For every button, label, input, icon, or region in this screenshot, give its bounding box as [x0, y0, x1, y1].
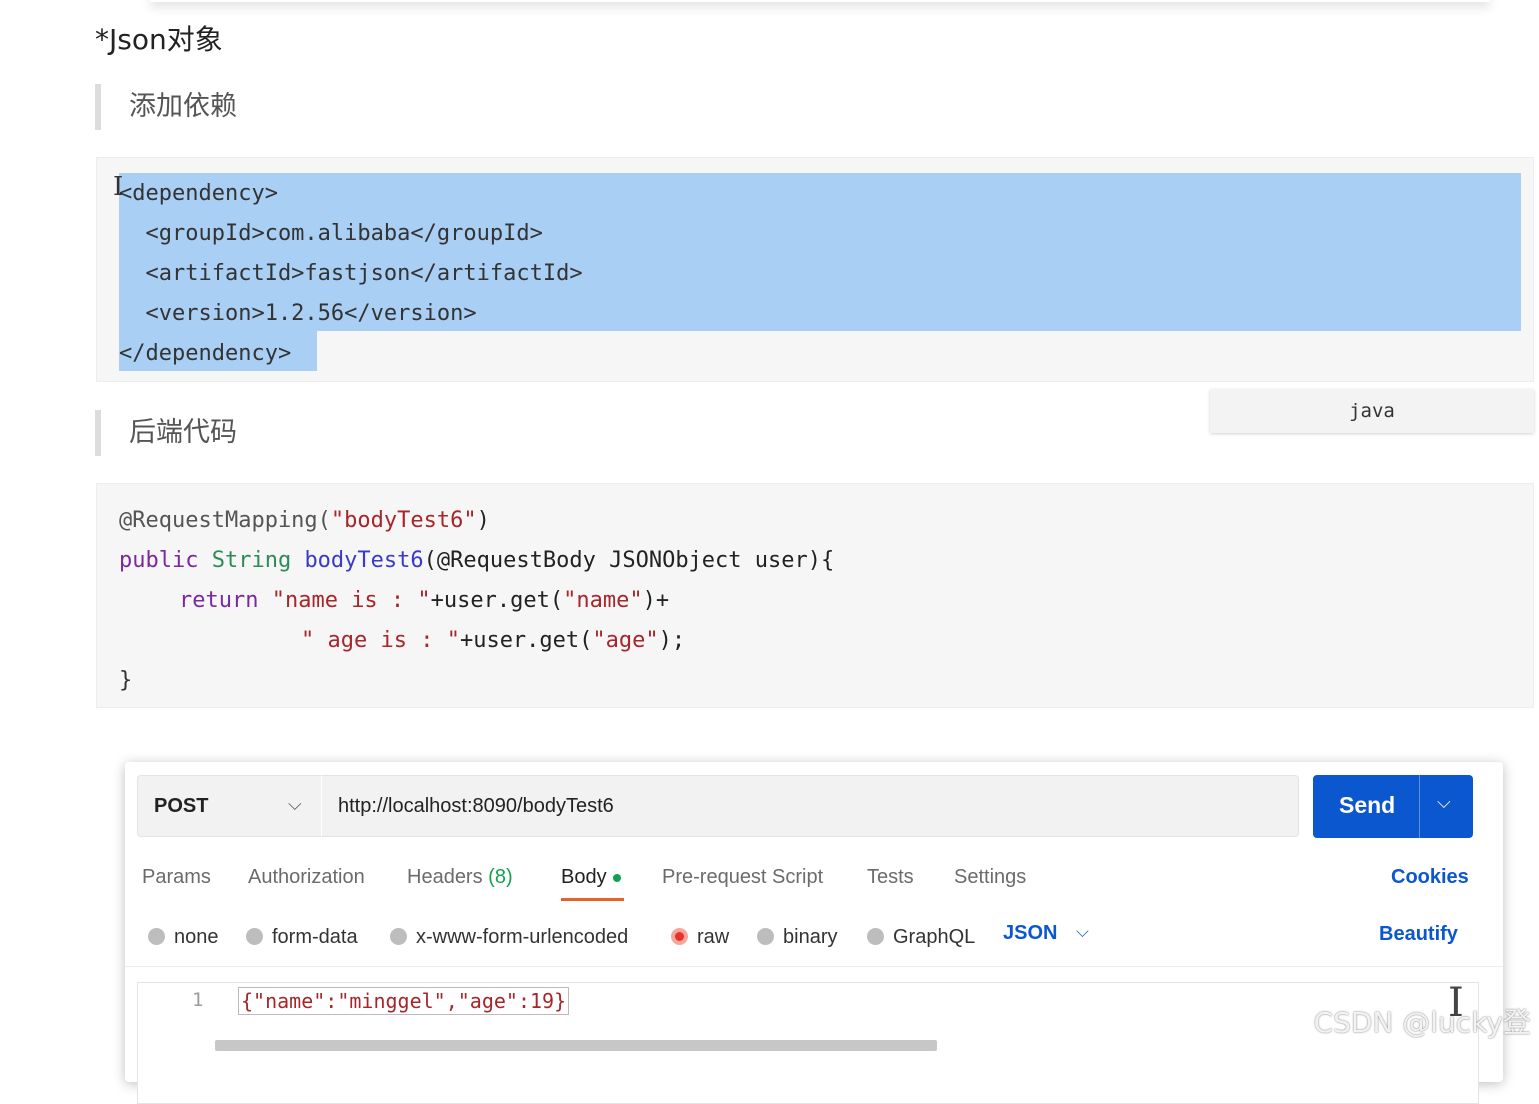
- code-text: )+: [642, 588, 670, 613]
- radio-circle-icon: [757, 928, 774, 945]
- tab-params[interactable]: Params: [142, 864, 211, 896]
- active-dot-icon: [612, 873, 621, 882]
- code-text: (@RequestBody JSONObject user){: [423, 548, 835, 573]
- code-text: ): [476, 508, 490, 533]
- code-line: </dependency>: [119, 341, 292, 366]
- method-select[interactable]: POST ⌵: [137, 775, 321, 837]
- keyword: return: [179, 588, 272, 613]
- method-label: POST: [154, 795, 209, 817]
- code-line: public String bodyTest6(@RequestBody JSO…: [119, 541, 834, 581]
- dependency-code-block[interactable]: <dependency> <groupId>com.alibaba</group…: [96, 157, 1534, 382]
- radio-raw[interactable]: raw: [671, 925, 729, 949]
- beautify-link[interactable]: Beautify: [1379, 923, 1458, 946]
- string-literal: "name is : ": [271, 588, 431, 613]
- chevron-down-icon: ⌵: [288, 794, 302, 814]
- tab-body-label: Body: [561, 866, 607, 888]
- section-heading: *Json对象: [95, 23, 223, 56]
- watermark: CSDN @lucky登: [1313, 1006, 1531, 1039]
- chevron-down-icon[interactable]: ⌵: [1076, 922, 1089, 942]
- string-literal: "age": [592, 628, 659, 653]
- radio-label: x-www-form-urlencoded: [416, 926, 629, 948]
- radio-label: binary: [783, 926, 838, 948]
- code-line: <artifactId>fastjson</artifactId>: [119, 261, 583, 286]
- active-tab-indicator: [561, 898, 624, 901]
- tab-body[interactable]: Body: [561, 864, 621, 896]
- tab-headers-label: Headers: [407, 866, 483, 888]
- code-text: +user.get(: [430, 588, 564, 613]
- string-literal: " age is : ": [301, 628, 460, 653]
- tab-tests[interactable]: Tests: [867, 864, 914, 896]
- body-json-text[interactable]: {"name":"minggel","age":19}: [238, 987, 570, 1015]
- string-literal: "bodyTest6": [330, 508, 477, 533]
- chevron-down-icon[interactable]: ⌵: [1437, 792, 1451, 813]
- horizontal-scrollbar[interactable]: [215, 1040, 937, 1051]
- radio-binary[interactable]: binary: [757, 925, 837, 949]
- quote-add-dependency: 添加依赖: [95, 84, 237, 130]
- annotation: @RequestMapping(: [119, 508, 331, 533]
- code-line: @RequestMapping("bodyTest6"): [119, 501, 490, 541]
- code-text: +user.get(: [459, 628, 593, 653]
- radio-circle-icon: [390, 928, 407, 945]
- url-field[interactable]: [321, 775, 1299, 837]
- quote-backend-code: 后端代码: [95, 410, 237, 456]
- send-button[interactable]: Send ⌵: [1313, 775, 1473, 838]
- cookies-link[interactable]: Cookies: [1391, 866, 1469, 889]
- type-name: String: [211, 548, 305, 573]
- code-line: <dependency>: [119, 181, 278, 206]
- tab-authorization[interactable]: Authorization: [248, 864, 365, 896]
- url-input[interactable]: [338, 790, 1258, 822]
- code-line: <version>1.2.56</version>: [119, 301, 477, 326]
- radio-label: raw: [697, 926, 730, 948]
- headers-count: (8): [488, 866, 513, 888]
- ibeam-cursor-icon: I: [113, 172, 124, 202]
- radio-label: GraphQL: [893, 926, 976, 948]
- java-code-block[interactable]: @RequestMapping("bodyTest6") public Stri…: [96, 483, 1534, 708]
- radio-circle-icon: [867, 928, 884, 945]
- send-label: Send: [1339, 792, 1396, 818]
- string-literal: "name": [563, 588, 643, 613]
- radio-graphql[interactable]: GraphQL: [867, 925, 975, 949]
- postman-request-panel: POST ⌵ Send ⌵ Params Authorization Heade…: [125, 762, 1503, 1104]
- send-divider: [1419, 775, 1420, 838]
- code-line: }: [119, 668, 133, 693]
- tab-settings[interactable]: Settings: [954, 864, 1026, 896]
- radio-label: none: [174, 926, 219, 948]
- radio-form-data[interactable]: form-data: [246, 925, 358, 949]
- radio-none[interactable]: none: [148, 925, 219, 949]
- radio-urlencoded[interactable]: x-www-form-urlencoded: [390, 925, 628, 949]
- radio-circle-icon: [246, 928, 263, 945]
- keyword: public: [119, 548, 212, 573]
- code-line: return "name is : "+user.get("name")+: [179, 581, 669, 621]
- code-line: <groupId>com.alibaba</groupId>: [119, 221, 543, 246]
- tab-pre-request-script[interactable]: Pre-request Script: [662, 864, 823, 896]
- radio-label: form-data: [272, 926, 358, 948]
- method-name: bodyTest6: [304, 548, 424, 573]
- tab-headers[interactable]: Headers (8): [407, 864, 513, 896]
- raw-format-select[interactable]: JSON: [1003, 922, 1057, 945]
- line-number: 1: [192, 989, 204, 1011]
- code-language-tag: java: [1210, 389, 1534, 433]
- radio-circle-icon: [148, 928, 165, 945]
- code-text: );: [658, 628, 686, 653]
- top-panel-shadow: [150, 0, 1490, 2]
- code-line: " age is : "+user.get("age");: [301, 621, 685, 661]
- radio-selected-icon: [671, 928, 688, 945]
- divider: [125, 966, 1503, 967]
